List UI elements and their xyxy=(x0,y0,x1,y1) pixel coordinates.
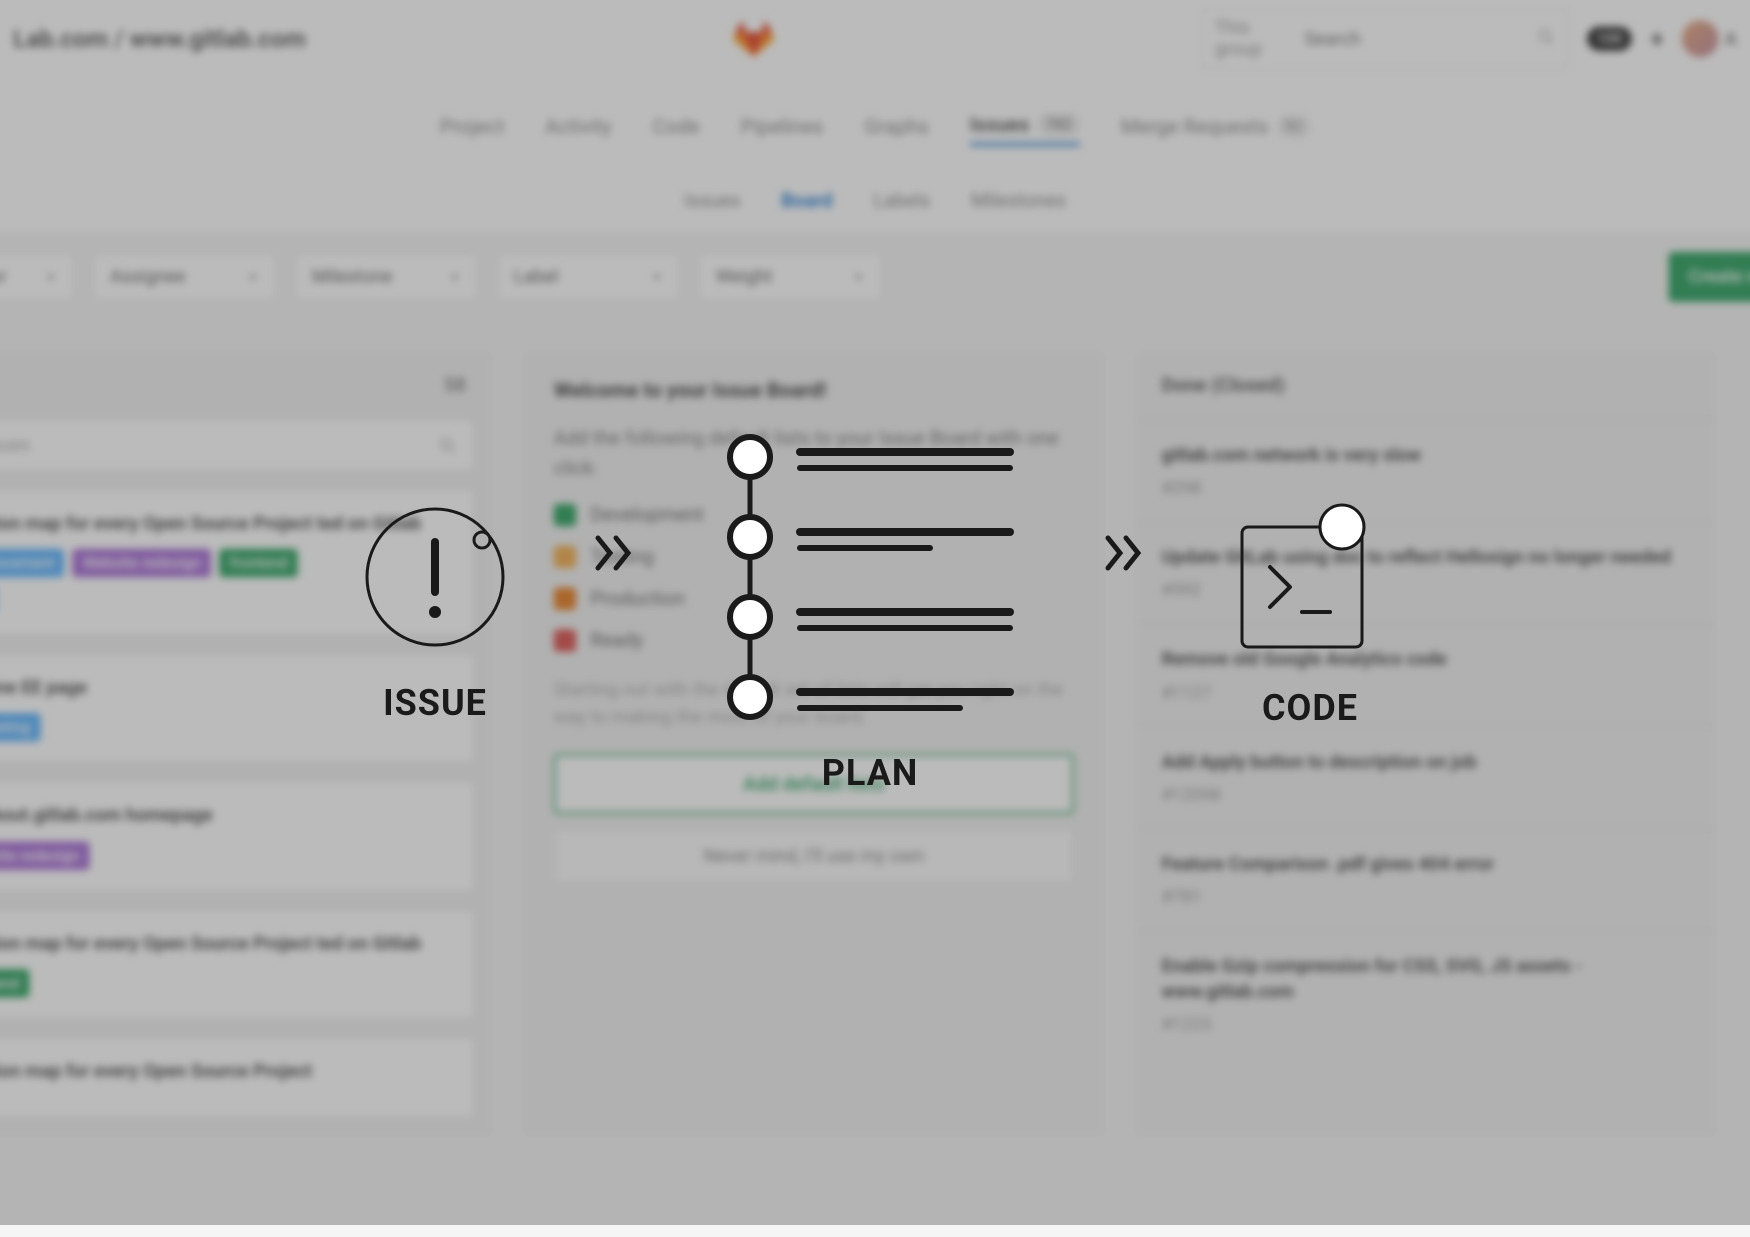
dim-overlay xyxy=(0,0,1750,1225)
